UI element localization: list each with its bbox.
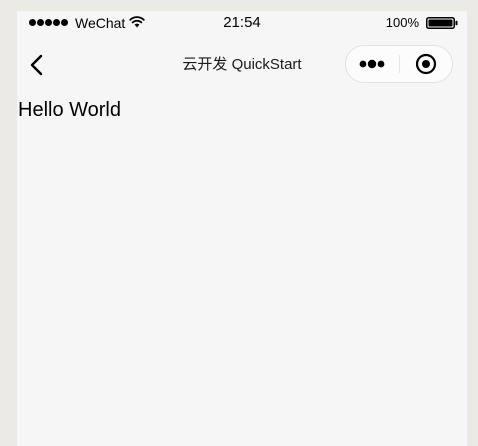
status-bar: WeChat 21:54 100% [17, 11, 467, 35]
phone-screen: WeChat 21:54 100% 云开发 QuickStart Hello W… [17, 11, 467, 446]
more-button[interactable] [346, 46, 399, 82]
target-circle-icon [415, 53, 437, 75]
hello-world-text: Hello World [18, 99, 121, 121]
battery-percent: 100% [385, 15, 419, 30]
navigation-bar: 云开发 QuickStart [17, 43, 467, 87]
battery-icon [426, 17, 458, 29]
more-dots-icon [359, 59, 384, 69]
capsule-menu [345, 45, 453, 83]
close-miniprogram-button[interactable] [400, 46, 452, 82]
